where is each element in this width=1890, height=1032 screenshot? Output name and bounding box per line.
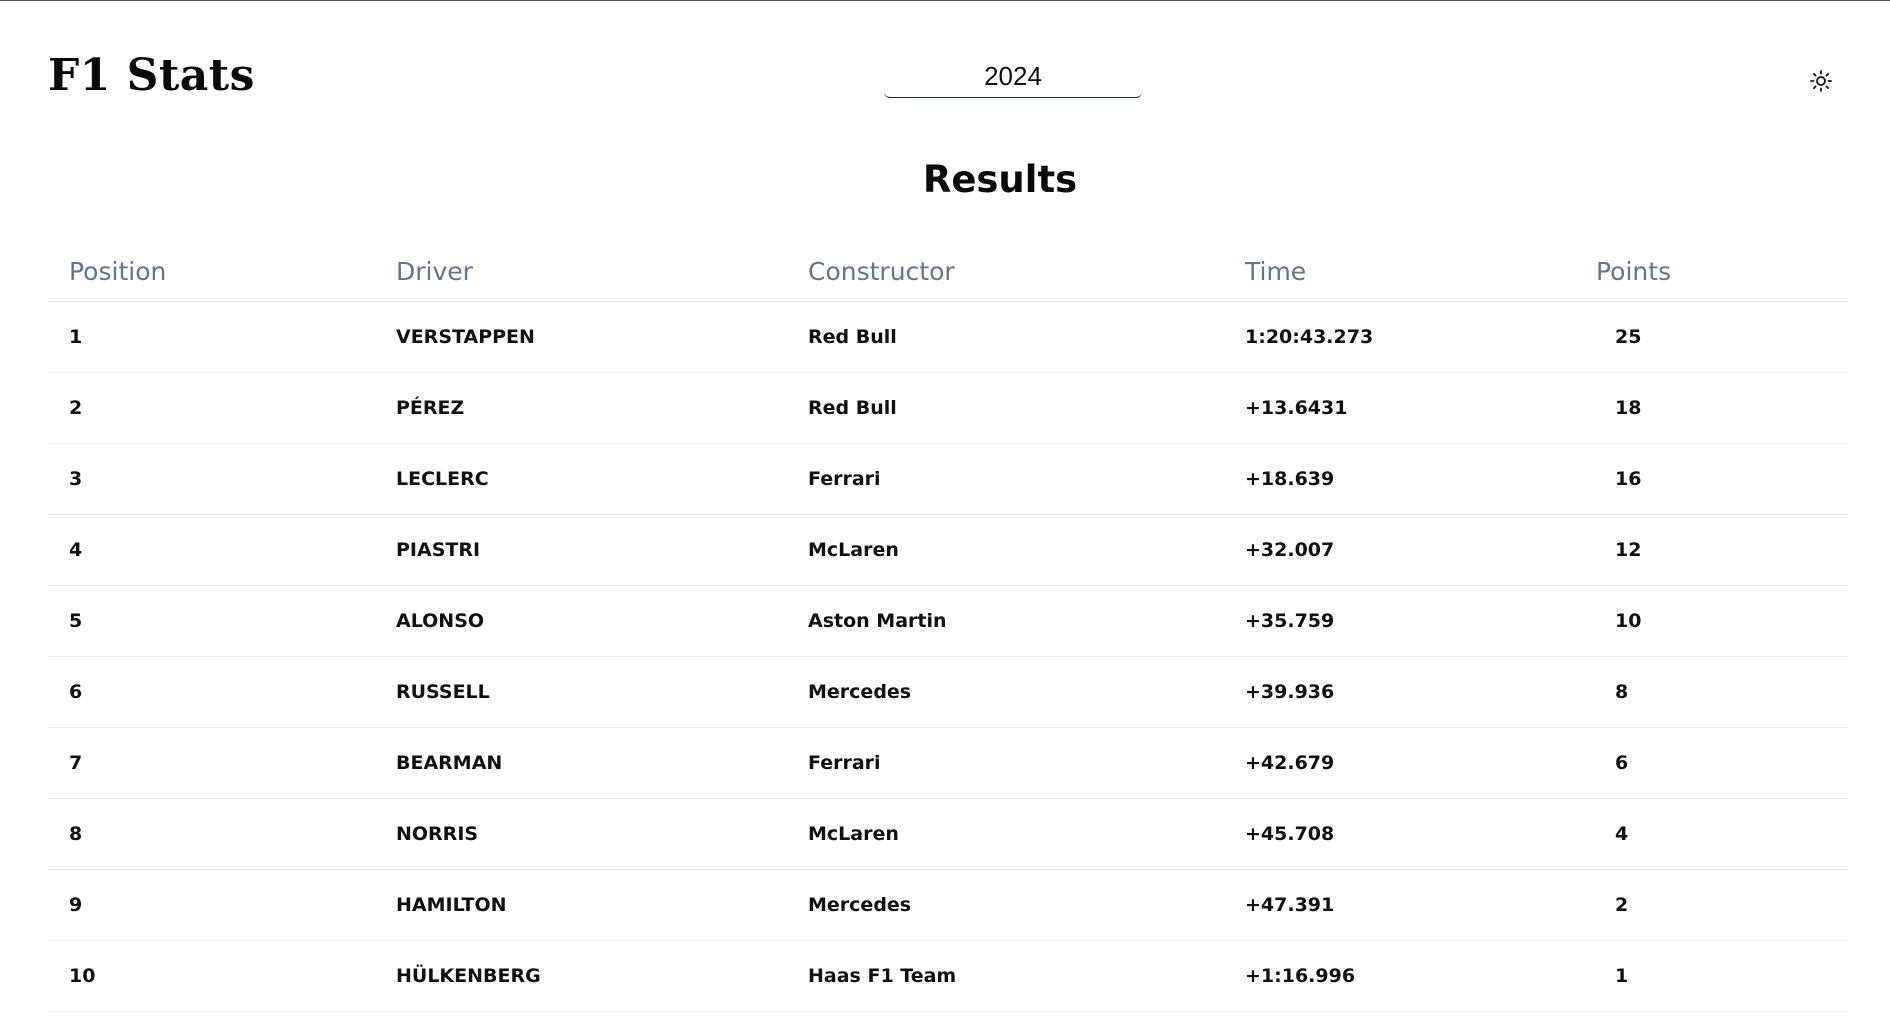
section-title: Results xyxy=(922,158,1078,201)
column-header-points: Points xyxy=(1575,242,1848,302)
cell-points: 12 xyxy=(1575,514,1848,586)
cell-time: +45.708 xyxy=(1224,798,1575,870)
cell-time: +18.639 xyxy=(1224,443,1575,515)
cell-points: 1 xyxy=(1575,940,1848,1012)
cell-time: +39.936 xyxy=(1224,656,1575,728)
cell-position: 3 xyxy=(48,443,375,515)
top-border xyxy=(0,0,1890,1)
cell-time: +35.759 xyxy=(1224,585,1575,657)
cell-constructor: Red Bull xyxy=(787,372,1224,444)
table-row: 3 LECLERC Ferrari +18.639 16 xyxy=(48,443,1848,515)
year-select-value: 2024 xyxy=(984,61,1042,91)
cell-time: +1:16.996 xyxy=(1224,940,1575,1012)
cell-driver: PÉREZ xyxy=(375,372,787,444)
cell-position: 8 xyxy=(48,798,375,870)
cell-driver: LECLERC xyxy=(375,443,787,515)
table-row: 10 HÜLKENBERG Haas F1 Team +1:16.996 1 xyxy=(48,940,1848,1012)
cell-position: 5 xyxy=(48,585,375,657)
theme-toggle-button[interactable] xyxy=(1806,66,1836,96)
table-row: 2 PÉREZ Red Bull +13.6431 18 xyxy=(48,372,1848,444)
cell-constructor: Haas F1 Team xyxy=(787,940,1224,1012)
cell-time: +47.391 xyxy=(1224,869,1575,941)
cell-driver: BEARMAN xyxy=(375,727,787,799)
cell-constructor: Aston Martin xyxy=(787,585,1224,657)
cell-constructor: McLaren xyxy=(787,514,1224,586)
table-row: 1 VERSTAPPEN Red Bull 1:20:43.273 25 xyxy=(48,301,1848,373)
cell-points: 2 xyxy=(1575,869,1848,941)
cell-position: 9 xyxy=(48,869,375,941)
table-row: 7 BEARMAN Ferrari +42.679 6 xyxy=(48,727,1848,799)
cell-points: 25 xyxy=(1575,301,1848,373)
cell-points: 8 xyxy=(1575,656,1848,728)
table-header-row: Position Driver Constructor Time Points xyxy=(48,242,1848,302)
cell-constructor: Mercedes xyxy=(787,656,1224,728)
cell-constructor: Red Bull xyxy=(787,301,1224,373)
cell-position: 2 xyxy=(48,372,375,444)
table-row: 4 PIASTRI McLaren +32.007 12 xyxy=(48,514,1848,586)
cell-time: +13.6431 xyxy=(1224,372,1575,444)
column-header-constructor: Constructor xyxy=(787,242,1224,302)
cell-constructor: Ferrari xyxy=(787,727,1224,799)
table-row: 5 ALONSO Aston Martin +35.759 10 xyxy=(48,585,1848,657)
cell-driver: VERSTAPPEN xyxy=(375,301,787,373)
table-row: 9 HAMILTON Mercedes +47.391 2 xyxy=(48,869,1848,941)
cell-position: 6 xyxy=(48,656,375,728)
results-table: Position Driver Constructor Time Points … xyxy=(48,242,1848,1012)
cell-driver: HAMILTON xyxy=(375,869,787,941)
cell-points: 10 xyxy=(1575,585,1848,657)
cell-points: 18 xyxy=(1575,372,1848,444)
cell-driver: ALONSO xyxy=(375,585,787,657)
cell-position: 4 xyxy=(48,514,375,586)
cell-time: +42.679 xyxy=(1224,727,1575,799)
cell-position: 7 xyxy=(48,727,375,799)
column-header-position: Position xyxy=(48,242,375,302)
cell-points: 16 xyxy=(1575,443,1848,515)
app-title: F1 Stats xyxy=(48,50,255,101)
cell-constructor: McLaren xyxy=(787,798,1224,870)
cell-driver: PIASTRI xyxy=(375,514,787,586)
cell-driver: NORRIS xyxy=(375,798,787,870)
column-header-time: Time xyxy=(1224,242,1575,302)
sun-icon xyxy=(1810,70,1832,92)
cell-time: 1:20:43.273 xyxy=(1224,301,1575,373)
cell-points: 4 xyxy=(1575,798,1848,870)
cell-points: 6 xyxy=(1575,727,1848,799)
cell-driver: HÜLKENBERG xyxy=(375,940,787,1012)
cell-position: 10 xyxy=(48,940,375,1012)
cell-position: 1 xyxy=(48,301,375,373)
table-row: 6 RUSSELL Mercedes +39.936 8 xyxy=(48,656,1848,728)
year-select[interactable]: 2024 xyxy=(884,56,1142,98)
column-header-driver: Driver xyxy=(375,242,787,302)
cell-constructor: Mercedes xyxy=(787,869,1224,941)
table-row: 8 NORRIS McLaren +45.708 4 xyxy=(48,798,1848,870)
cell-driver: RUSSELL xyxy=(375,656,787,728)
cell-time: +32.007 xyxy=(1224,514,1575,586)
cell-constructor: Ferrari xyxy=(787,443,1224,515)
